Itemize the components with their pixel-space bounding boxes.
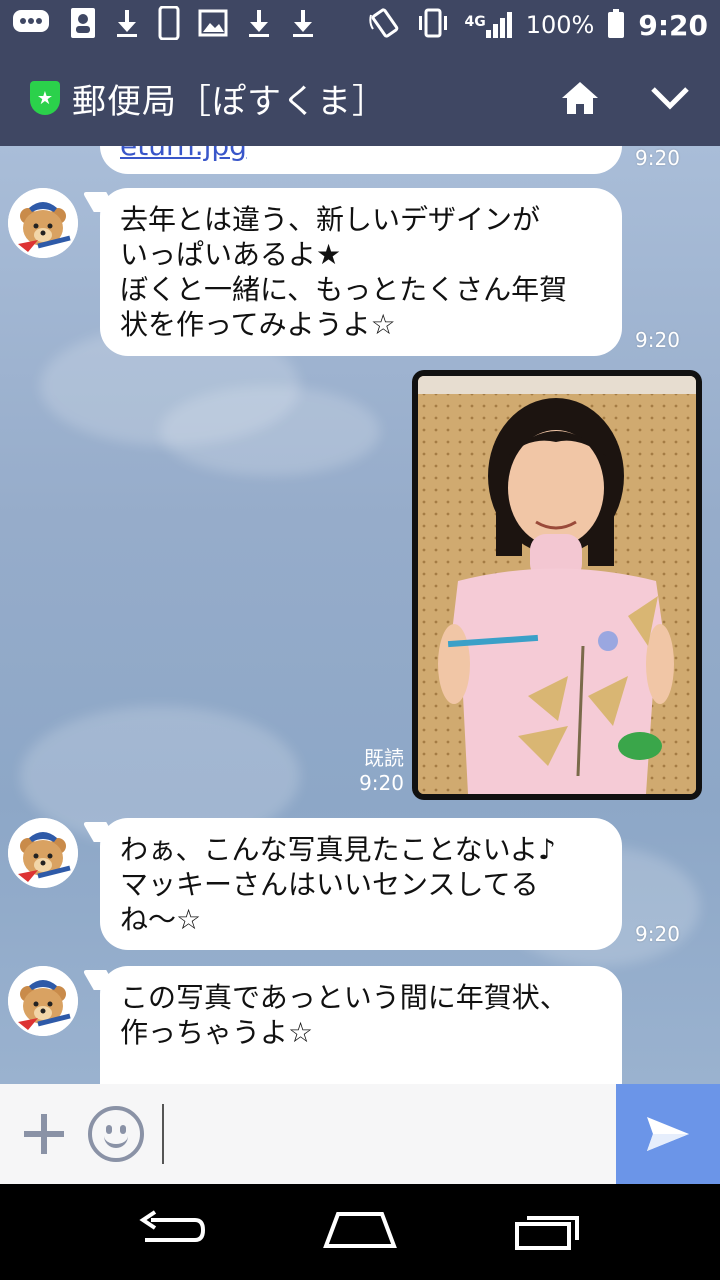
plus-icon[interactable] — [0, 1112, 88, 1156]
chat-header: ★ 郵便局［ぽすくま］ — [0, 50, 720, 146]
chat-title: 郵便局［ぽすくま］ — [72, 81, 387, 122]
avatar[interactable] — [8, 966, 78, 1036]
message-line: 去年とは違う、新しいデザインが — [120, 203, 541, 236]
recent-apps-icon[interactable] — [513, 1210, 583, 1254]
download-icon — [290, 8, 316, 43]
sent-photo[interactable] — [412, 370, 702, 800]
contacts-icon — [68, 7, 96, 44]
clock: 9:20 — [638, 8, 708, 42]
image-icon — [198, 9, 228, 42]
message-time: 9:20 — [635, 146, 680, 170]
read-label: 既読 — [364, 746, 404, 770]
message-bubble[interactable]: この写真であっという間に年賀状、 作っちゃうよ☆ — [100, 966, 622, 1084]
avatar[interactable] — [8, 818, 78, 888]
bear-avatar-icon — [8, 966, 78, 1036]
battery-percent: 100% — [525, 11, 595, 39]
verified-shield-icon: ★ — [30, 81, 60, 115]
download-icon — [246, 8, 272, 43]
message-line: いっぱいあるよ★ — [120, 238, 342, 271]
bear-avatar-icon — [8, 818, 78, 888]
nfc-icon — [368, 7, 402, 44]
navigation-bar — [0, 1184, 720, 1280]
message-input[interactable] — [162, 1104, 616, 1164]
battery-icon — [608, 9, 625, 38]
message-line: 作っちゃうよ☆ — [120, 1016, 314, 1049]
status-bar: 4G 100% 9:20 — [0, 0, 720, 50]
message-time: 9:20 — [635, 328, 680, 352]
message-line: この写真であっという間に年賀状、 — [120, 981, 568, 1014]
send-icon — [647, 1117, 689, 1151]
send-button[interactable] — [616, 1084, 720, 1184]
message-time: 9:20 — [359, 771, 404, 795]
message-time: 9:20 — [635, 922, 680, 946]
chevron-down-icon[interactable] — [650, 85, 690, 111]
photo-illustration — [418, 376, 696, 794]
message-line: マッキーさんはいいセンスしてる — [120, 868, 539, 901]
message-bubble[interactable]: eturn.jpg — [100, 146, 622, 174]
message-line: 状を作ってみようよ☆ — [120, 308, 396, 341]
download-icon — [114, 8, 140, 43]
read-receipt: 既読 9:20 — [352, 742, 404, 795]
home-icon[interactable] — [560, 80, 600, 116]
message-line: わぁ、こんな写真見たことないよ♪ — [120, 833, 556, 866]
signal-icon — [485, 12, 512, 38]
avatar[interactable] — [8, 188, 78, 258]
chat-area[interactable]: eturn.jpg 9:20 去年とは違う、新しいデザインが いっぱいあるよ★ … — [0, 146, 720, 1084]
bear-avatar-icon — [8, 188, 78, 258]
file-link[interactable]: eturn.jpg — [120, 146, 247, 162]
emoji-icon[interactable] — [88, 1106, 144, 1162]
home-nav-icon[interactable] — [322, 1210, 398, 1254]
network-type: 4G — [464, 14, 486, 30]
vibrate-icon — [416, 8, 450, 43]
message-line: ぼくと一緒に、もっとたくさん年賀 — [120, 273, 568, 306]
phone-icon — [158, 5, 180, 45]
message-line: ね〜☆ — [120, 903, 202, 936]
back-icon[interactable] — [137, 1210, 207, 1254]
message-input-bar — [0, 1084, 720, 1184]
photo-image — [418, 376, 696, 794]
chat-notification-icon — [12, 9, 50, 42]
message-bubble[interactable]: 去年とは違う、新しいデザインが いっぱいあるよ★ ぼくと一緒に、もっとたくさん年… — [100, 188, 622, 356]
message-bubble[interactable]: わぁ、こんな写真見たことないよ♪ マッキーさんはいいセンスしてる ね〜☆ — [100, 818, 622, 950]
